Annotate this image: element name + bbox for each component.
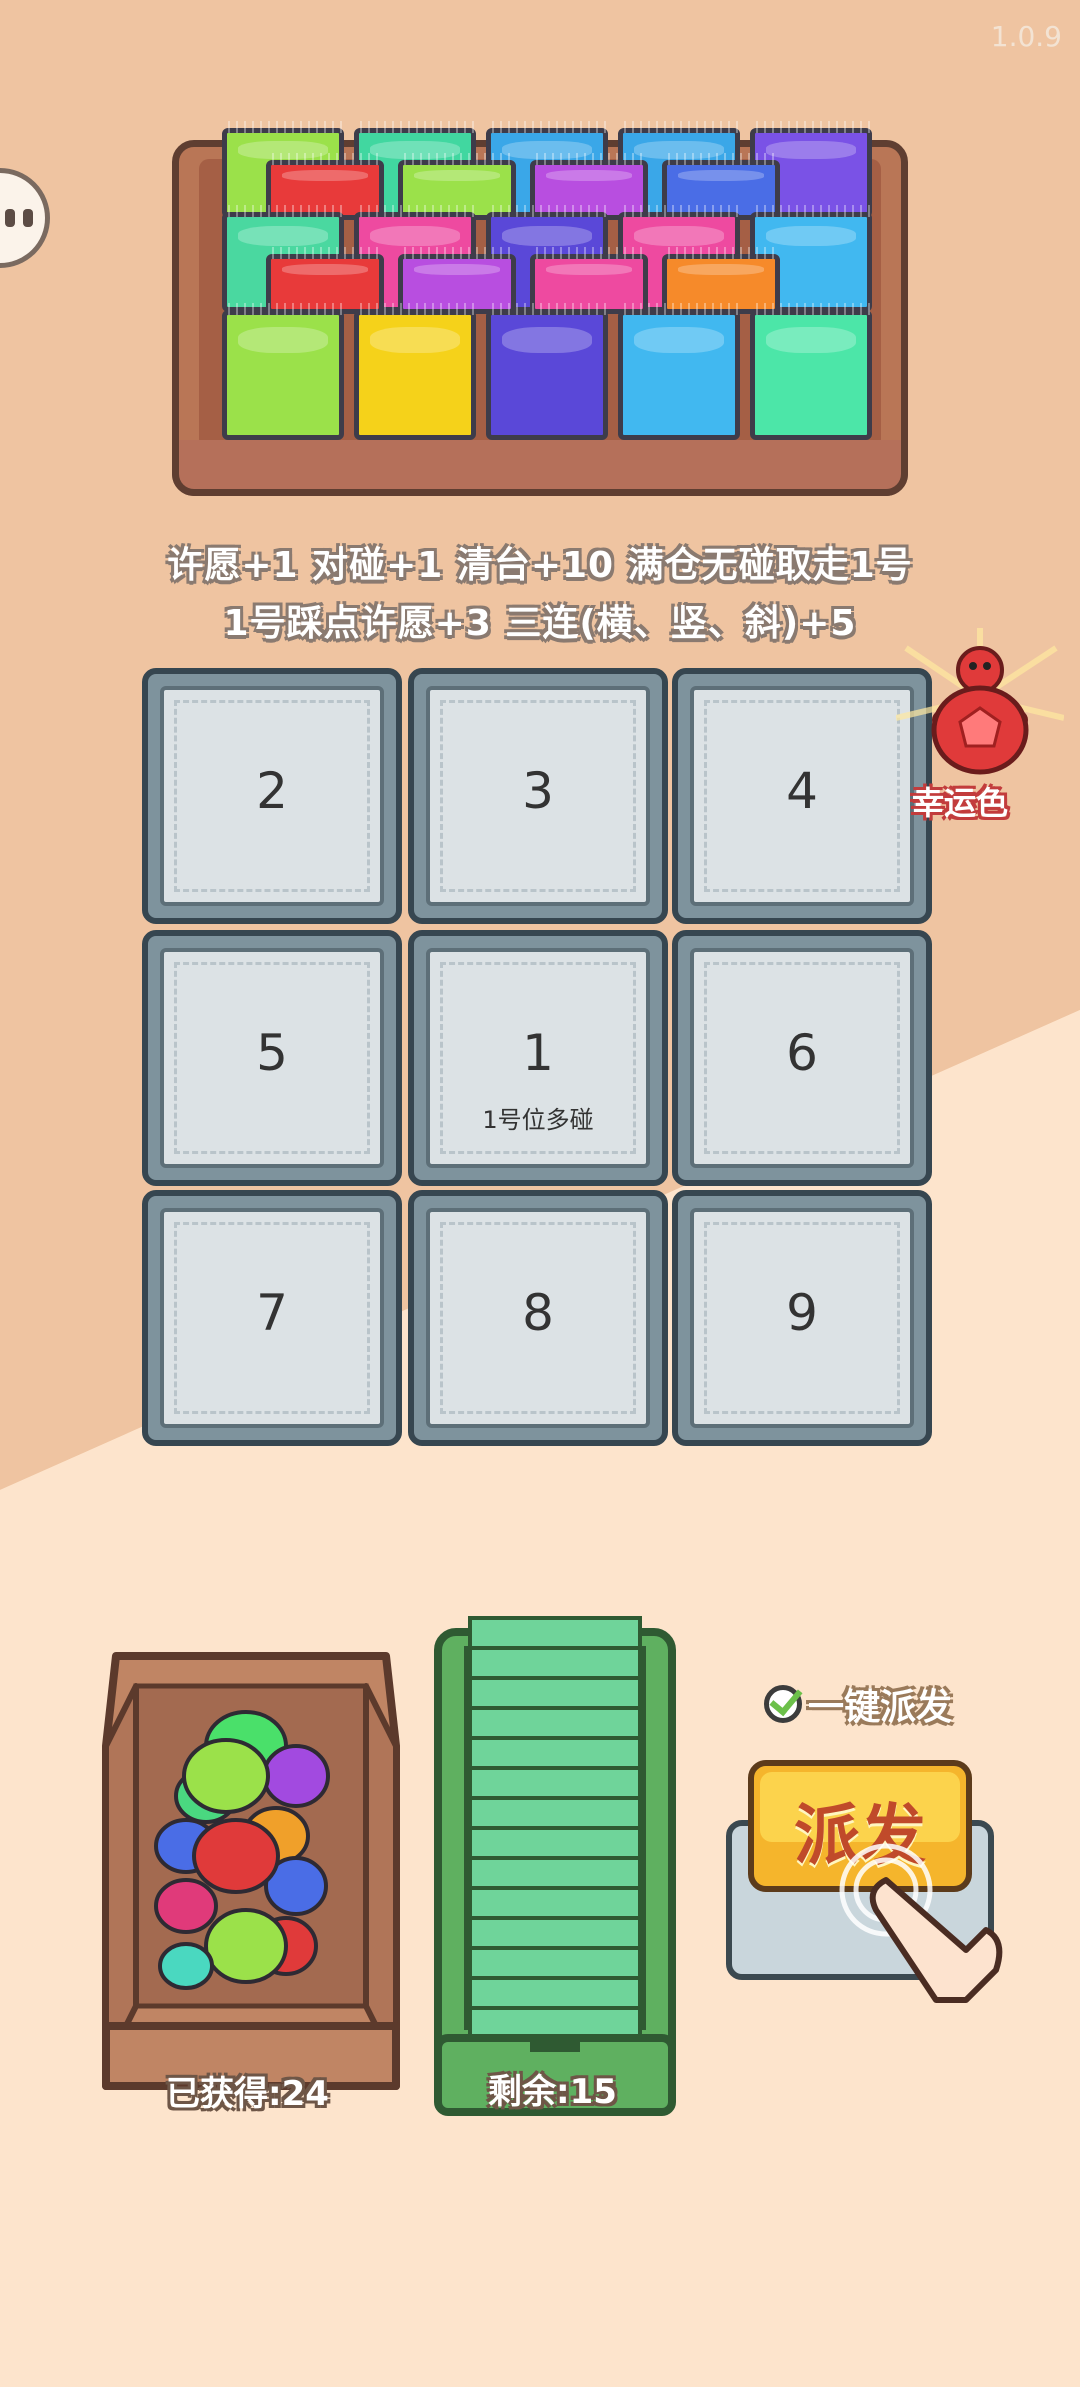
grid-cell-7[interactable]: 7 xyxy=(142,1190,402,1446)
collected-box xyxy=(102,1652,400,2090)
cell-hint: 1号位多碰 xyxy=(482,1106,594,1134)
eye-icon xyxy=(23,209,33,227)
grid-cell-9[interactable]: 9 xyxy=(672,1190,932,1446)
checkbox-checked-icon[interactable] xyxy=(764,1685,802,1723)
auto-dispatch-label: 一键派发 xyxy=(808,1687,953,1728)
grid-cell-1[interactable]: 1 1号位多碰 xyxy=(408,930,668,1186)
cell-number: 4 xyxy=(786,762,818,820)
grid-cell-2[interactable]: 2 xyxy=(142,668,402,924)
grid-cell-3[interactable]: 3 xyxy=(408,668,668,924)
auto-dispatch-toggle[interactable]: 一键派发 xyxy=(764,1678,952,1730)
cell-number: 7 xyxy=(256,1284,288,1342)
dispatch-button[interactable]: 派发 xyxy=(726,1760,1003,2003)
eye-icon xyxy=(5,209,15,227)
candy-pack xyxy=(222,303,344,440)
cell-number: 2 xyxy=(256,762,288,820)
cell-number: 8 xyxy=(522,1284,554,1342)
cell-number: 3 xyxy=(522,762,554,820)
cell-number: 5 xyxy=(256,1024,288,1082)
cell-number: 6 xyxy=(786,1024,818,1082)
version-label: 1.0.9 xyxy=(990,20,1062,53)
turtle-icon xyxy=(895,628,1065,775)
remaining-stack xyxy=(434,1616,676,2116)
cell-number: 1 xyxy=(522,1024,554,1082)
grid-cell-6[interactable]: 6 xyxy=(672,930,932,1186)
board-grid: 2 3 4 5 1 1号位多碰 6 7 8 9 xyxy=(142,668,938,1450)
tray-front xyxy=(172,440,908,496)
collected-count-label: 已获得:24 xyxy=(166,2074,329,2114)
grid-cell-5[interactable]: 5 xyxy=(142,930,402,1186)
remaining-count-label: 剩余:15 xyxy=(488,2072,617,2112)
grid-cell-8[interactable]: 8 xyxy=(408,1190,668,1446)
candy-pack xyxy=(486,303,608,440)
candy-pack xyxy=(618,303,740,440)
lucky-color-label: 幸运色 xyxy=(912,784,1009,822)
lucky-color-badge: 幸运色 xyxy=(895,628,1065,828)
candy-pack xyxy=(354,303,476,440)
cell-number: 9 xyxy=(786,1284,818,1342)
tap-hand-icon xyxy=(839,1843,1003,2003)
grid-cell-4[interactable]: 4 xyxy=(672,668,932,924)
rules-line-1: 许愿+1 对碰+1 清台+10 满仓无碰取走1号 xyxy=(167,545,913,586)
candy-pack xyxy=(750,303,872,440)
